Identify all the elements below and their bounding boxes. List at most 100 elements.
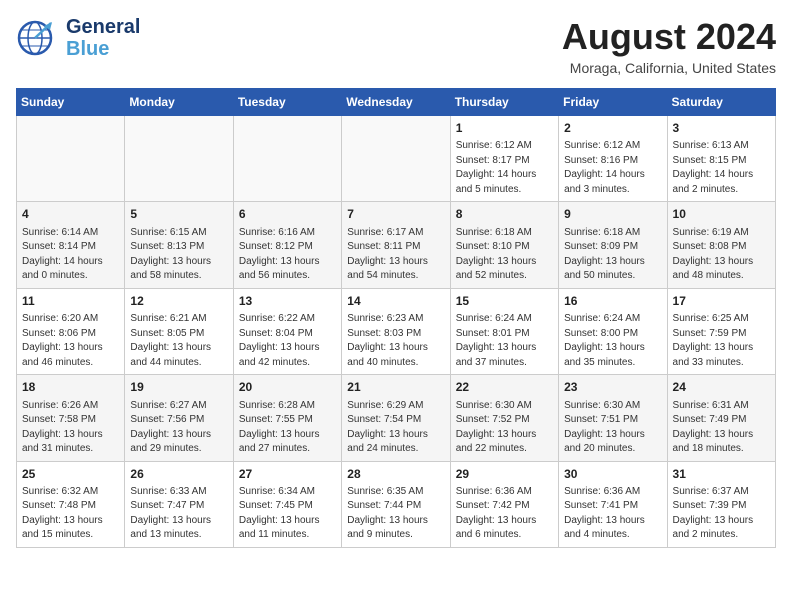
table-row: 23 Sunrise: 6:30 AMSunset: 7:51 PMDayligh… — [559, 375, 667, 461]
table-row: 1Sunrise: 6:12 AMSunset: 8:17 PMDaylight… — [450, 116, 558, 202]
day-info: Sunrise: 6:28 AMSunset: 7:55 PMDaylight:… — [239, 399, 336, 457]
day-number: 12 — [130, 293, 227, 310]
day-number: 17 — [673, 293, 770, 310]
day-number: 13 — [239, 293, 336, 310]
day-number: 29 — [456, 466, 553, 483]
day-info: Sunrise: 6:21 AMSunset: 8:05 PMDaylight:… — [130, 312, 227, 370]
day-info: Sunrise: 6:31 AMSunset: 7:49 PMDaylight:… — [673, 399, 770, 457]
table-row: 19Sunrise: 6:27 AMSunset: 7:56 PMDayligh… — [125, 375, 233, 461]
logo-icon — [16, 20, 54, 56]
logo-text: General — [66, 16, 140, 38]
page-header: General Blue August 2024 Moraga, Califor… — [16, 16, 776, 76]
day-info: Sunrise: 6:23 AMSunset: 8:03 PMDaylight:… — [347, 312, 444, 370]
table-row: 6 Sunrise: 6:16 AMSunset: 8:12 PMDaylight… — [233, 202, 341, 288]
day-number: 9 — [564, 206, 661, 223]
calendar-week-row: 25 Sunrise: 6:32 AMSunset: 7:48 PMDayligh… — [17, 461, 776, 547]
table-row: 3Sunrise: 6:13 AMSunset: 8:15 PMDaylight… — [667, 116, 775, 202]
day-number: 3 — [673, 120, 770, 137]
day-info: Sunrise: 6:36 AMSunset: 7:41 PMDaylight:… — [564, 485, 661, 543]
day-number: 6 — [239, 206, 336, 223]
day-number: 27 — [239, 466, 336, 483]
day-info: Sunrise: 6:12 AMSunset: 8:16 PMDaylight:… — [564, 139, 661, 197]
day-number: 23 — [564, 379, 661, 396]
day-number: 31 — [673, 466, 770, 483]
table-row — [125, 116, 233, 202]
calendar-table: Sunday Monday Tuesday Wednesday Thursday… — [16, 88, 776, 548]
table-row: 28 Sunrise: 6:35 AMSunset: 7:44 PMDayligh… — [342, 461, 450, 547]
day-info: Sunrise: 6:36 AMSunset: 7:42 PMDaylight:… — [456, 485, 553, 543]
logo: General Blue — [16, 16, 140, 60]
col-wednesday: Wednesday — [342, 89, 450, 116]
day-info: Sunrise: 6:37 AMSunset: 7:39 PMDaylight:… — [673, 485, 770, 543]
day-info: Sunrise: 6:32 AMSunset: 7:48 PMDaylight:… — [22, 485, 119, 543]
day-number: 24 — [673, 379, 770, 396]
table-row: 16 Sunrise: 6:24 AMSunset: 8:00 PMDayligh… — [559, 288, 667, 374]
day-number: 11 — [22, 293, 119, 310]
col-monday: Monday — [125, 89, 233, 116]
calendar-week-row: 11 Sunrise: 6:20 AMSunset: 8:06 PMDayligh… — [17, 288, 776, 374]
day-info: Sunrise: 6:30 AMSunset: 7:51 PMDaylight:… — [564, 399, 661, 457]
day-info: Sunrise: 6:35 AMSunset: 7:44 PMDaylight:… — [347, 485, 444, 543]
table-row — [17, 116, 125, 202]
day-info: Sunrise: 6:20 AMSunset: 8:06 PMDaylight:… — [22, 312, 119, 370]
table-row: 30 Sunrise: 6:36 AMSunset: 7:41 PMDayligh… — [559, 461, 667, 547]
day-info: Sunrise: 6:29 AMSunset: 7:54 PMDaylight:… — [347, 399, 444, 457]
day-number: 22 — [456, 379, 553, 396]
day-number: 25 — [22, 466, 119, 483]
day-info: Sunrise: 6:24 AMSunset: 8:00 PMDaylight:… — [564, 312, 661, 370]
table-row — [342, 116, 450, 202]
col-saturday: Saturday — [667, 89, 775, 116]
calendar-week-row: 18 Sunrise: 6:26 AMSunset: 7:58 PMDayligh… — [17, 375, 776, 461]
day-number: 26 — [130, 466, 227, 483]
day-number: 2 — [564, 120, 661, 137]
table-row: 26 Sunrise: 6:33 AMSunset: 7:47 PMDayligh… — [125, 461, 233, 547]
table-row: 20 Sunrise: 6:28 AMSunset: 7:55 PMDayligh… — [233, 375, 341, 461]
table-row: 27 Sunrise: 6:34 AMSunset: 7:45 PMDayligh… — [233, 461, 341, 547]
day-info: Sunrise: 6:18 AMSunset: 8:09 PMDaylight:… — [564, 226, 661, 284]
day-info: Sunrise: 6:33 AMSunset: 7:47 PMDaylight:… — [130, 485, 227, 543]
table-row: 7 Sunrise: 6:17 AMSunset: 8:11 PMDaylight… — [342, 202, 450, 288]
table-row: 2 Sunrise: 6:12 AMSunset: 8:16 PMDaylight… — [559, 116, 667, 202]
day-info: Sunrise: 6:14 AMSunset: 8:14 PMDaylight:… — [22, 226, 119, 284]
logo-subtext: Blue — [66, 38, 140, 60]
day-info: Sunrise: 6:27 AMSunset: 7:56 PMDaylight:… — [130, 399, 227, 457]
day-info: Sunrise: 6:22 AMSunset: 8:04 PMDaylight:… — [239, 312, 336, 370]
table-row: 9 Sunrise: 6:18 AMSunset: 8:09 PMDaylight… — [559, 202, 667, 288]
table-row: 10Sunrise: 6:19 AMSunset: 8:08 PMDayligh… — [667, 202, 775, 288]
day-info: Sunrise: 6:26 AMSunset: 7:58 PMDaylight:… — [22, 399, 119, 457]
day-info: Sunrise: 6:15 AMSunset: 8:13 PMDaylight:… — [130, 226, 227, 284]
col-thursday: Thursday — [450, 89, 558, 116]
day-info: Sunrise: 6:34 AMSunset: 7:45 PMDaylight:… — [239, 485, 336, 543]
col-sunday: Sunday — [17, 89, 125, 116]
day-number: 8 — [456, 206, 553, 223]
day-number: 7 — [347, 206, 444, 223]
day-number: 16 — [564, 293, 661, 310]
table-row: 15 Sunrise: 6:24 AMSunset: 8:01 PMDayligh… — [450, 288, 558, 374]
day-info: Sunrise: 6:18 AMSunset: 8:10 PMDaylight:… — [456, 226, 553, 284]
table-row: 29 Sunrise: 6:36 AMSunset: 7:42 PMDayligh… — [450, 461, 558, 547]
table-row: 24 Sunrise: 6:31 AMSunset: 7:49 PMDayligh… — [667, 375, 775, 461]
day-info: Sunrise: 6:24 AMSunset: 8:01 PMDaylight:… — [456, 312, 553, 370]
table-row: 31 Sunrise: 6:37 AMSunset: 7:39 PMDayligh… — [667, 461, 775, 547]
day-number: 15 — [456, 293, 553, 310]
day-info: Sunrise: 6:16 AMSunset: 8:12 PMDaylight:… — [239, 226, 336, 284]
table-row: 22Sunrise: 6:30 AMSunset: 7:52 PMDayligh… — [450, 375, 558, 461]
day-number: 14 — [347, 293, 444, 310]
day-number: 18 — [22, 379, 119, 396]
month-year: August 2024 — [562, 16, 776, 58]
table-row: 12 Sunrise: 6:21 AMSunset: 8:05 PMDayligh… — [125, 288, 233, 374]
calendar-week-row: 1Sunrise: 6:12 AMSunset: 8:17 PMDaylight… — [17, 116, 776, 202]
table-row: 13 Sunrise: 6:22 AMSunset: 8:04 PMDayligh… — [233, 288, 341, 374]
table-row — [233, 116, 341, 202]
day-info: Sunrise: 6:19 AMSunset: 8:08 PMDaylight:… — [673, 226, 770, 284]
table-row: 11 Sunrise: 6:20 AMSunset: 8:06 PMDayligh… — [17, 288, 125, 374]
day-number: 20 — [239, 379, 336, 396]
day-number: 4 — [22, 206, 119, 223]
table-row: 14 Sunrise: 6:23 AMSunset: 8:03 PMDayligh… — [342, 288, 450, 374]
day-info: Sunrise: 6:17 AMSunset: 8:11 PMDaylight:… — [347, 226, 444, 284]
col-friday: Friday — [559, 89, 667, 116]
table-row: 18 Sunrise: 6:26 AMSunset: 7:58 PMDayligh… — [17, 375, 125, 461]
day-number: 28 — [347, 466, 444, 483]
table-row: 5Sunrise: 6:15 AMSunset: 8:13 PMDaylight… — [125, 202, 233, 288]
day-number: 30 — [564, 466, 661, 483]
